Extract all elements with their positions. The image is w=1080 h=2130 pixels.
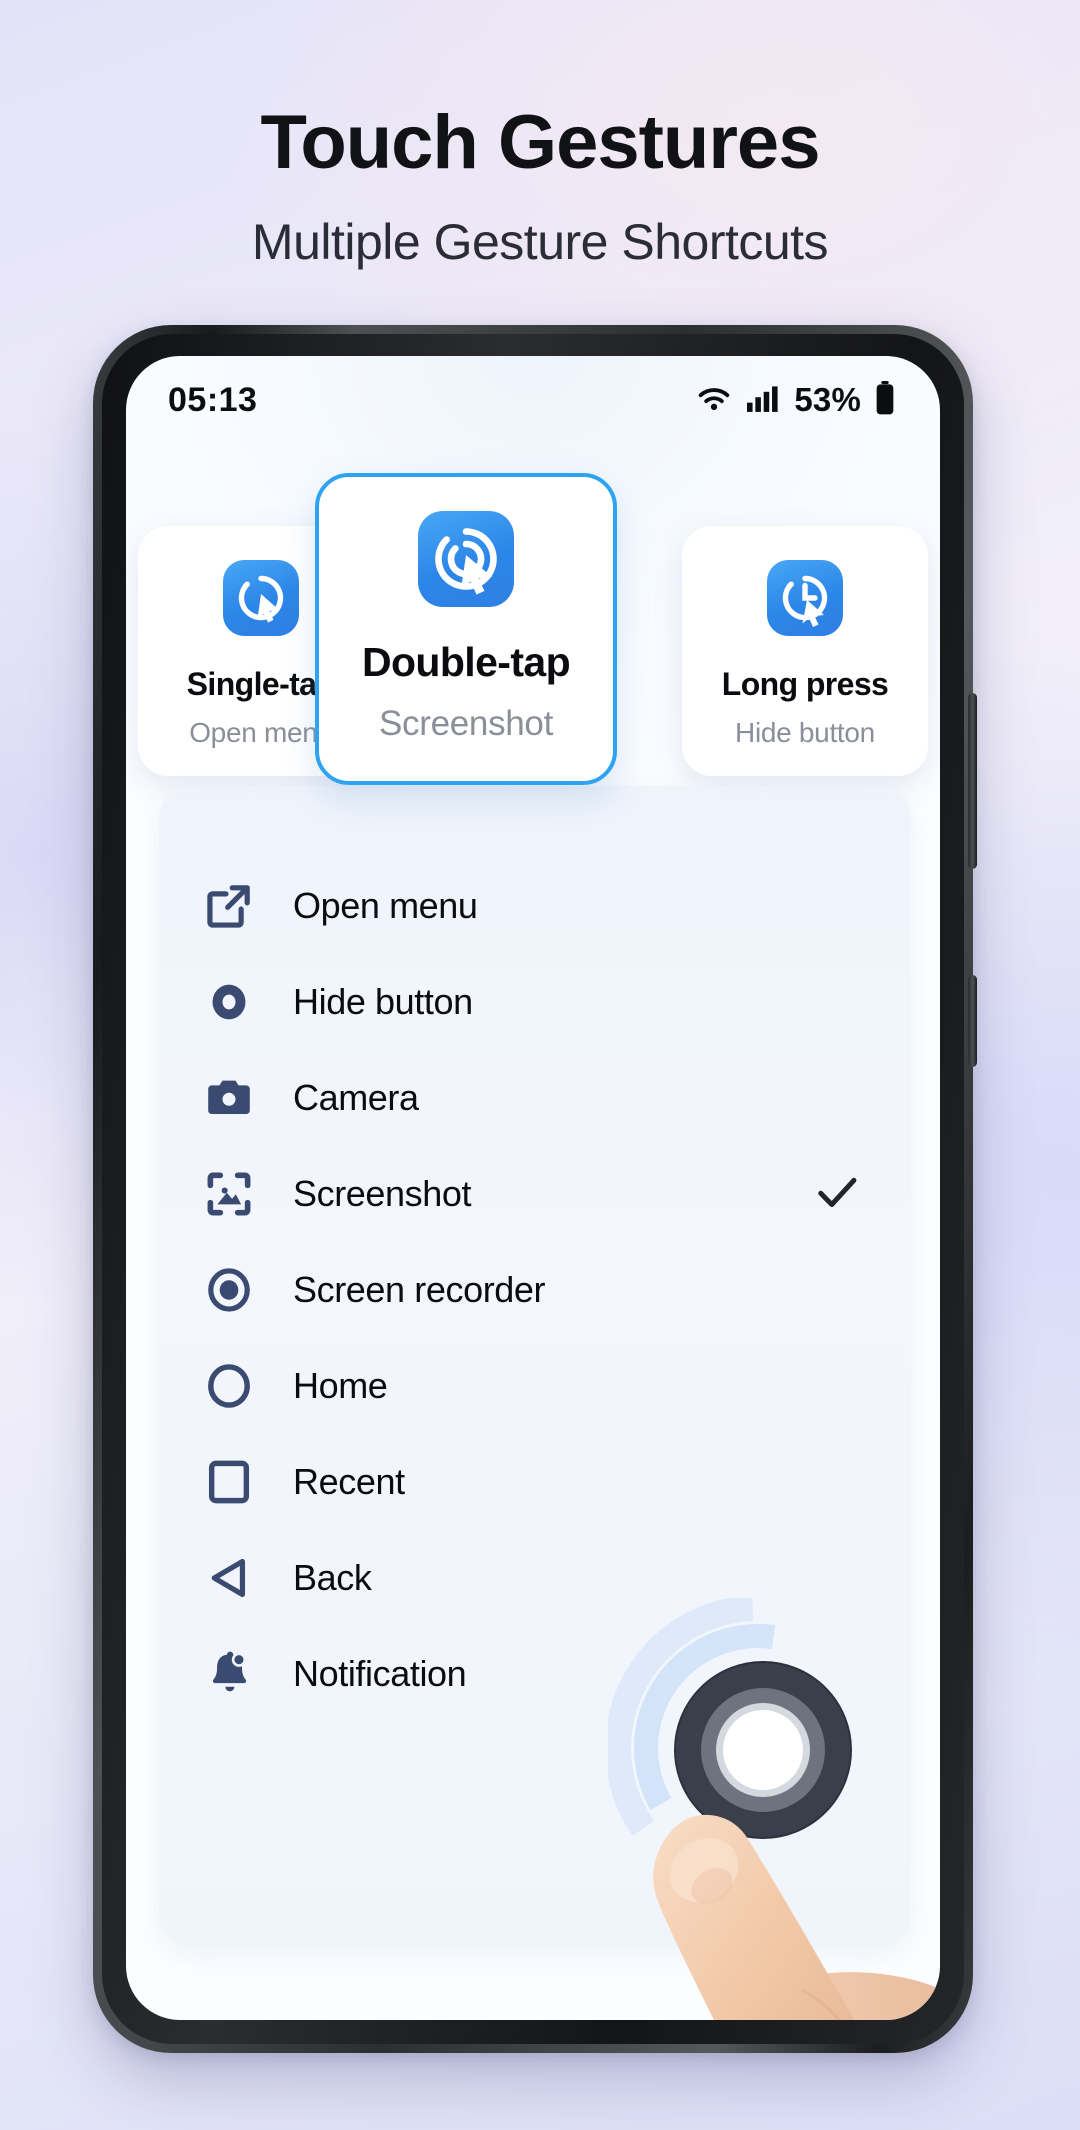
list-item[interactable]: Screen recorder xyxy=(159,1242,911,1338)
list-item-label: Notification xyxy=(293,1653,467,1694)
phone-mockup: 05:13 53% Open menu Hide button Camera S… xyxy=(93,325,977,2053)
page-header: Touch Gestures Multiple Gesture Shortcut… xyxy=(0,0,1080,270)
volume-rocker[interactable] xyxy=(968,693,977,869)
page-subtitle: Multiple Gesture Shortcuts xyxy=(251,214,829,270)
floating-touch-target-icon[interactable] xyxy=(605,1595,918,1908)
record-circle-icon xyxy=(201,1262,257,1318)
single-tap-app-icon xyxy=(223,560,299,636)
list-item-label: Open menu xyxy=(293,885,478,926)
gesture-card-subtitle: Hide button xyxy=(735,717,875,748)
list-item[interactable]: Screenshot xyxy=(159,1146,911,1242)
circle-icon xyxy=(201,1358,257,1414)
phone-screen: 05:13 53% Open menu Hide button Camera S… xyxy=(126,356,940,2020)
list-item-label: Home xyxy=(293,1365,388,1406)
gesture-card-title: Double-tap xyxy=(361,639,571,685)
long-press-app-icon xyxy=(767,560,843,636)
list-item-label: Hide button xyxy=(293,981,473,1022)
gesture-card-long-press[interactable]: Long press Hide button xyxy=(682,526,928,776)
square-icon xyxy=(201,1454,257,1510)
list-item[interactable]: Camera xyxy=(159,1050,911,1146)
list-item-label: Camera xyxy=(293,1077,419,1118)
open-external-icon xyxy=(201,878,257,934)
gesture-card-title: Single-tap xyxy=(186,666,336,702)
screenshot-icon xyxy=(201,1166,257,1222)
power-button[interactable] xyxy=(968,975,977,1067)
triangle-left-icon xyxy=(201,1550,257,1606)
list-item-label: Screenshot xyxy=(293,1173,472,1214)
gesture-card-subtitle: Screenshot xyxy=(378,704,554,743)
list-item[interactable]: Home xyxy=(159,1338,911,1434)
gesture-card-subtitle: Open menu xyxy=(189,717,333,748)
phone-bezel: 05:13 53% Open menu Hide button Camera S… xyxy=(102,334,964,2044)
page-title: Touch Gestures xyxy=(260,100,821,185)
list-item[interactable]: Open menu xyxy=(159,858,911,954)
bell-icon xyxy=(201,1646,257,1702)
camera-icon xyxy=(201,1070,257,1126)
eye-icon xyxy=(201,974,257,1030)
list-item-label: Recent xyxy=(293,1461,405,1502)
gesture-card-title: Long press xyxy=(721,666,889,702)
list-item-label: Back xyxy=(293,1557,372,1598)
list-item-label: Screen recorder xyxy=(293,1269,546,1310)
list-item[interactable]: Hide button xyxy=(159,954,911,1050)
gesture-card-double-tap[interactable]: Double-tap Screenshot xyxy=(315,473,617,785)
double-tap-app-icon xyxy=(418,511,514,607)
check-icon xyxy=(811,1166,863,1223)
list-item[interactable]: Recent xyxy=(159,1434,911,1530)
